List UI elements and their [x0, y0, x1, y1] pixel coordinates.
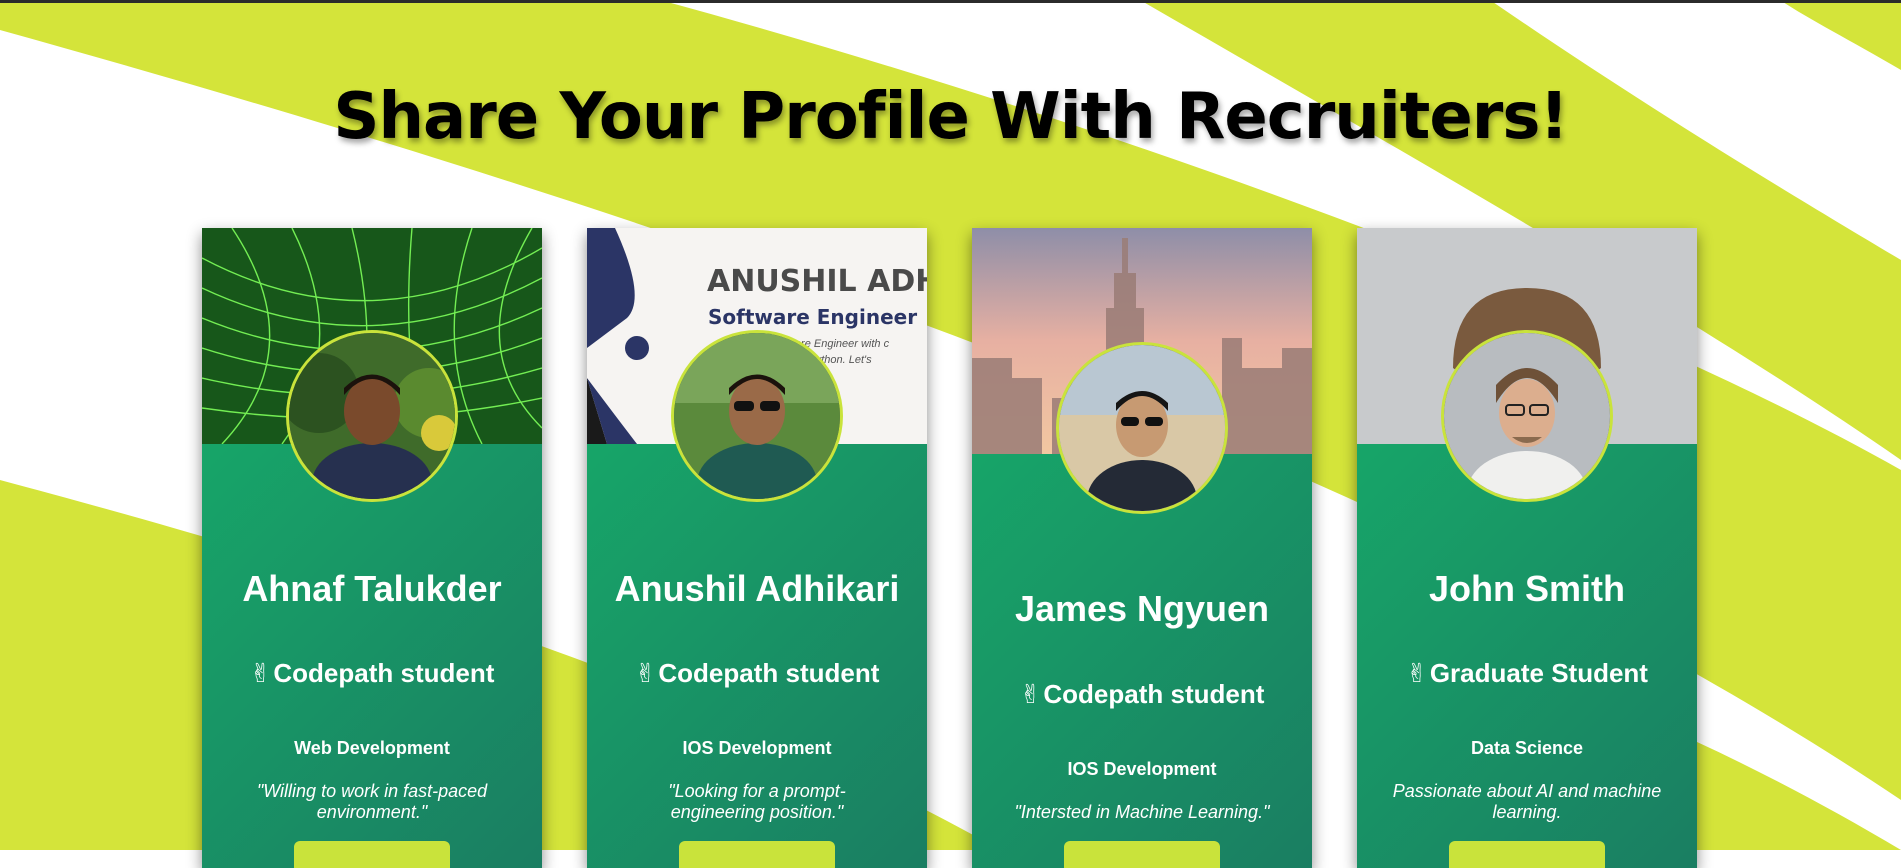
- card-quote: "Looking for a prompt-engineering positi…: [668, 781, 846, 822]
- card-name: Anushil Adhikari: [614, 568, 900, 609]
- card-field: Data Science: [1470, 738, 1584, 758]
- card-name: James Ngyuen: [1014, 588, 1270, 629]
- profile-card: Ahnaf Talukder ✌Codepath student Web Dev…: [202, 228, 542, 868]
- profile-card: James Ngyuen ✌Codepath student IOS Devel…: [972, 228, 1312, 868]
- card-action-button[interactable]: [1449, 841, 1605, 868]
- peace-hand-icon: ✌: [1019, 680, 1042, 710]
- page-title: Share Your Profile With Recruiters!: [333, 80, 1568, 154]
- profile-card: ANUSHIL ADHI Software Engineer ware Engi…: [587, 228, 927, 868]
- card-name: Ahnaf Talukder: [242, 568, 502, 609]
- card-action-button[interactable]: [679, 841, 835, 868]
- card-action-button[interactable]: [294, 841, 450, 868]
- avatar: [1056, 342, 1228, 514]
- card-field: IOS Development: [1067, 759, 1217, 779]
- card-tag: ✌Codepath student: [202, 658, 542, 689]
- card-tag: ✌Graduate Student: [1357, 658, 1697, 689]
- card-name: John Smith: [1429, 568, 1625, 609]
- card-tag: ✌Codepath student: [972, 679, 1312, 710]
- card-field: Web Development: [294, 738, 450, 758]
- cover-subheading: Software Engineer: [708, 305, 918, 329]
- avatar: [671, 330, 843, 502]
- card-tag-label: Codepath student: [1043, 679, 1265, 709]
- peace-hand-icon: ✌: [1406, 659, 1428, 689]
- card-quote: "Willing to work in fast-paced environme…: [256, 781, 488, 822]
- card-tag: ✌Codepath student: [587, 658, 927, 689]
- card-tag-label: Codepath student: [273, 658, 495, 688]
- top-border: [0, 0, 1901, 3]
- card-action-button[interactable]: [1064, 841, 1220, 868]
- avatar: [1441, 330, 1613, 502]
- card-tag-label: Codepath student: [658, 658, 880, 688]
- card-tag-label: Graduate Student: [1429, 658, 1648, 688]
- peace-hand-icon: ✌: [634, 659, 657, 689]
- card-field: IOS Development: [682, 738, 832, 758]
- profile-card: John Smith ✌Graduate Student Data Scienc…: [1357, 228, 1697, 868]
- cover-heading: ANUSHIL ADHI: [707, 264, 927, 299]
- avatar: [286, 330, 458, 502]
- card-quote: Passionate about AI and machine learning…: [1392, 781, 1662, 822]
- card-quote: "Intersted in Machine Learning.": [1014, 802, 1270, 822]
- peace-hand-icon: ✌: [249, 659, 272, 689]
